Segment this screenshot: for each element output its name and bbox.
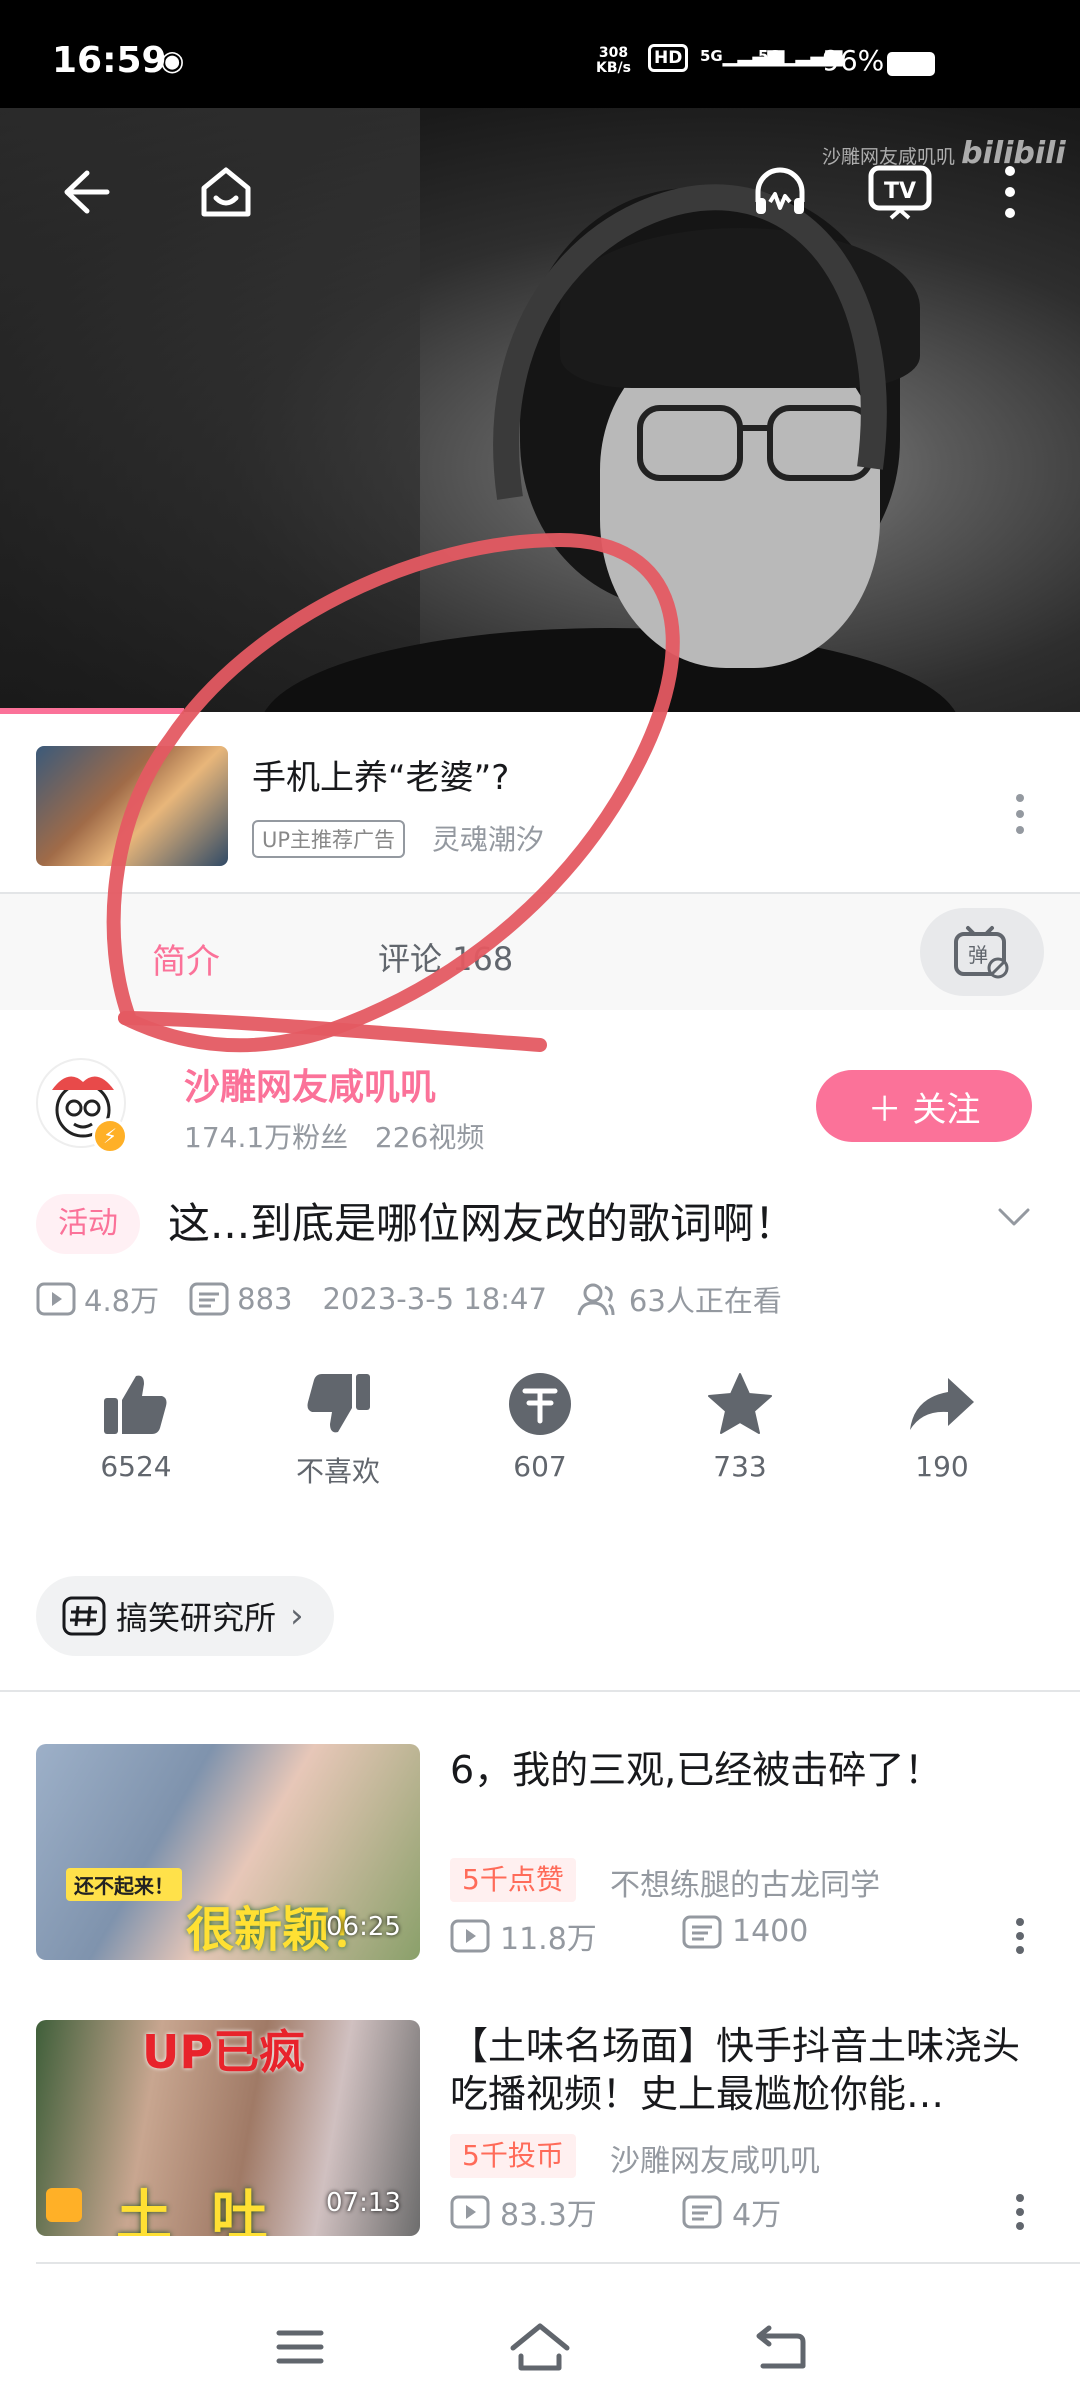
favorite-button[interactable]: 733: [660, 1368, 820, 1483]
chevron-down-icon[interactable]: [994, 1198, 1034, 1238]
svg-text:TV: TV: [884, 179, 916, 204]
play-count-icon: [450, 1919, 490, 1953]
view-count: 4.8万: [36, 1278, 159, 1320]
ad-source: 灵魂潮汐: [432, 823, 545, 856]
video-tag: 5千投币: [450, 2134, 576, 2178]
watching-count: 63人正在看: [577, 1278, 782, 1320]
home-icon: [510, 2323, 570, 2371]
tab-intro[interactable]: 简介: [152, 934, 220, 983]
video-meta: 4.8万 883 2023-3-5 18:47 63人正在看: [36, 1276, 812, 1322]
video-views: 11.8万: [450, 1914, 597, 1958]
video-thumbnail[interactable]: 还不起来！ 很新颖！ 06:25: [36, 1744, 420, 1960]
danmaku-count: 883: [189, 1282, 292, 1316]
coin-count: 607: [513, 1450, 567, 1483]
app-logo-icon: [46, 2188, 82, 2222]
video-author: 不想练腿的古龙同学: [610, 1868, 880, 1903]
net-speed: 308 KB/s: [596, 45, 631, 76]
video-danmaku: 4万: [682, 2190, 781, 2234]
status-bar: 16:59 ◉ 308 KB/s HD 5G▁▂▃▅ 5G▁▂▃▅ 96%: [0, 0, 1080, 108]
video-duration: 07:13: [326, 2188, 401, 2218]
coin-icon: [509, 1373, 571, 1435]
more-vertical-icon[interactable]: [1006, 2190, 1034, 2234]
battery-icon: [887, 52, 935, 76]
topic-label: 搞笑研究所: [116, 1599, 277, 1637]
video-title: 【土味名场面】快手抖音土味浇头吃播视频！史上最尴尬你能…: [450, 2024, 1021, 2116]
danmaku-icon: [189, 1282, 229, 1316]
uploader-name[interactable]: 沙雕网友咸叽叽: [184, 1058, 436, 1110]
chevron-right-icon: ›: [290, 1596, 304, 1636]
video-thumbnail[interactable]: UP已疯 土 吐 了！ 07:13: [36, 2020, 420, 2236]
uploader-stats: 174.1万粉丝 226视频: [184, 1116, 484, 1156]
more-vertical-icon: [1005, 166, 1015, 218]
video-author: 沙雕网友咸叽叽: [610, 2144, 820, 2179]
video-count: 226视频: [374, 1121, 485, 1154]
ad-title[interactable]: 手机上养“老婆”?: [252, 750, 509, 799]
more-button[interactable]: [980, 154, 1040, 230]
activity-tag[interactable]: 活动: [36, 1194, 140, 1254]
coin-button[interactable]: 607: [460, 1368, 620, 1483]
battery-percent: 96%: [822, 44, 885, 77]
star-icon: [708, 1373, 772, 1434]
share-count: 190: [915, 1450, 969, 1483]
svg-text:弹: 弹: [968, 943, 988, 967]
share-button[interactable]: 190: [862, 1368, 1022, 1483]
video-views: 83.3万: [450, 2190, 597, 2234]
follow-button[interactable]: ＋ 关注: [816, 1070, 1032, 1142]
danmaku-toggle-icon: 弹: [954, 926, 1009, 979]
audio-mode-button[interactable]: [742, 154, 818, 230]
home-nav-button[interactable]: [500, 2312, 580, 2382]
dislike-button[interactable]: 不喜欢: [258, 1368, 418, 1490]
tab-bar: 简介 评论 168 弹: [0, 892, 1080, 1010]
thumbs-down-icon: [307, 1374, 370, 1433]
danmaku-icon: [682, 1915, 722, 1948]
tv-cast-button[interactable]: TV: [862, 154, 938, 230]
favorite-count: 733: [713, 1450, 767, 1483]
thumbs-up-icon: [104, 1375, 167, 1434]
like-button[interactable]: 6524: [56, 1368, 216, 1483]
home-icon: [201, 167, 251, 217]
headphones-icon: [755, 167, 805, 214]
play-count-icon: [450, 2195, 490, 2229]
topic-chip[interactable]: 搞笑研究所 ›: [36, 1576, 334, 1656]
system-nav-bar: [0, 2286, 1080, 2408]
hd-badge: HD: [648, 44, 689, 72]
more-vertical-icon[interactable]: [1006, 1914, 1034, 1958]
viewers-icon: [577, 1283, 615, 1316]
divider: [0, 1690, 1080, 1692]
menu-button[interactable]: [260, 2312, 340, 2382]
share-icon: [910, 1378, 974, 1430]
divider: [36, 2262, 1080, 2264]
ad-card[interactable]: 手机上养“老婆”? UP主推荐广告 灵魂潮汐: [0, 714, 1080, 892]
back-nav-button[interactable]: [740, 2312, 820, 2382]
publish-date: 2023-3-5 18:47: [322, 1282, 547, 1316]
danmaku-icon: [682, 2195, 722, 2229]
headphones-shape: [493, 184, 887, 500]
play-count-icon: [36, 1282, 76, 1316]
video-tag: 5千点赞: [450, 1858, 576, 1902]
home-button[interactable]: [188, 154, 264, 230]
more-vertical-icon[interactable]: [1006, 784, 1034, 844]
hashtag-icon: [62, 1596, 106, 1636]
like-count: 6524: [100, 1450, 172, 1483]
back-arrow-icon: [64, 170, 110, 214]
danmaku-toggle-button[interactable]: 弹: [920, 908, 1044, 996]
video-duration: 06:25: [326, 1912, 401, 1942]
menu-icon: [276, 2330, 324, 2364]
video-title: 这...到底是哪位网友改的歌词啊！: [168, 1199, 797, 1248]
tab-comments[interactable]: 评论 168: [378, 934, 513, 980]
verified-badge-icon: ⚡: [92, 1118, 128, 1154]
tv-cast-icon: TV: [868, 165, 932, 220]
weibo-icon: ◉: [160, 44, 185, 77]
video-title: 6，我的三观,已经被击碎了！: [450, 1748, 943, 1792]
video-player[interactable]: 沙雕网友咸叽叽 bilibili TV: [0, 108, 1080, 712]
back-button[interactable]: [46, 154, 122, 230]
dislike-label: 不喜欢: [295, 1455, 380, 1488]
ad-thumbnail[interactable]: [36, 746, 228, 866]
fans-count: 174.1万粉丝: [184, 1121, 349, 1154]
ad-badge: UP主推荐广告: [252, 820, 406, 858]
video-danmaku: 1400: [682, 1914, 808, 1949]
back-icon: [756, 2325, 806, 2369]
status-time: 16:59: [52, 40, 167, 81]
